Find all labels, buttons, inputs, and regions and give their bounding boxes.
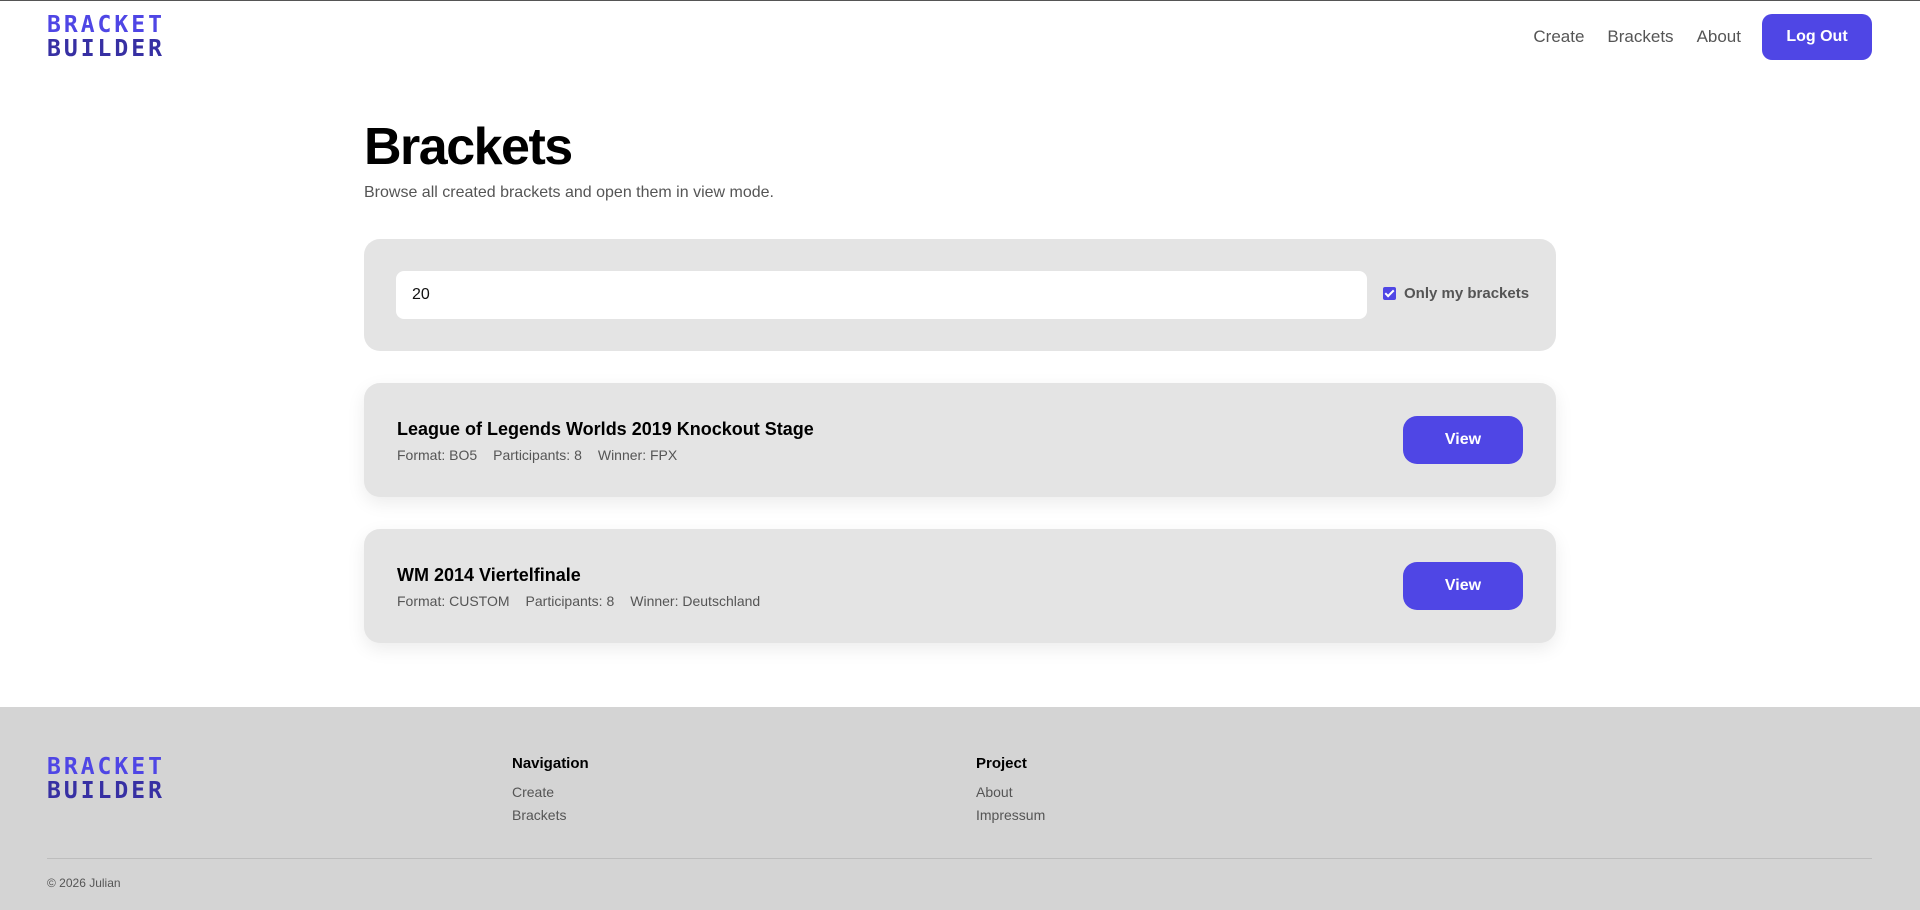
brand-logo[interactable]: BRACKET BUILDER bbox=[47, 13, 165, 61]
site-header: BRACKET BUILDER Create Brackets About Lo… bbox=[0, 1, 1920, 73]
bracket-participants: Participants: 8 bbox=[493, 447, 582, 463]
bracket-winner: Winner: FPX bbox=[597, 447, 678, 463]
footer-create-link[interactable]: Create bbox=[512, 784, 589, 800]
bracket-format: Format: CUSTOM bbox=[397, 593, 510, 609]
footer-impressum-link[interactable]: Impressum bbox=[976, 807, 1045, 823]
bracket-meta: Format: BO5 Participants: 8 Winner: FPX bbox=[397, 447, 693, 463]
bracket-card: League of Legends Worlds 2019 Knockout S… bbox=[364, 383, 1556, 497]
bracket-title: League of Legends Worlds 2019 Knockout S… bbox=[397, 419, 814, 439]
footer-navigation-heading: Navigation bbox=[512, 755, 589, 772]
bracket-meta: Format: CUSTOM Participants: 8 Winner: D… bbox=[397, 593, 776, 609]
view-button[interactable]: View bbox=[1403, 416, 1523, 464]
bracket-card: WM 2014 Viertelfinale Format: CUSTOM Par… bbox=[364, 529, 1556, 643]
only-my-brackets-label: Only my brackets bbox=[1404, 285, 1530, 302]
view-button[interactable]: View bbox=[1403, 562, 1523, 610]
logo-line-1: BRACKET bbox=[47, 12, 165, 38]
main-nav: Create Brackets About Log Out bbox=[1533, 14, 1872, 60]
footer-brackets-link[interactable]: Brackets bbox=[512, 807, 589, 823]
copyright-text: © 2026 Julian bbox=[47, 876, 121, 890]
nav-brackets-link[interactable]: Brackets bbox=[1607, 15, 1673, 59]
footer-project-column: Project About Impressum bbox=[976, 755, 1045, 830]
page-title: Brackets bbox=[364, 118, 573, 176]
bracket-participants: Participants: 8 bbox=[525, 593, 615, 609]
page-subtitle: Browse all created brackets and open the… bbox=[364, 184, 774, 201]
footer-logo[interactable]: BRACKET BUILDER bbox=[47, 755, 165, 803]
filter-panel: Only my brackets bbox=[364, 239, 1556, 351]
logout-button[interactable]: Log Out bbox=[1762, 14, 1872, 60]
footer-navigation-column: Navigation Create Brackets bbox=[512, 755, 589, 830]
nav-about-link[interactable]: About bbox=[1697, 15, 1741, 59]
site-footer: BRACKET BUILDER Navigation Create Bracke… bbox=[0, 707, 1920, 910]
footer-logo-line-2: BUILDER bbox=[47, 778, 165, 804]
nav-create-link[interactable]: Create bbox=[1533, 15, 1584, 59]
bracket-winner: Winner: Deutschland bbox=[630, 593, 761, 609]
bracket-title: WM 2014 Viertelfinale bbox=[397, 565, 581, 585]
logo-line-2: BUILDER bbox=[47, 36, 165, 62]
footer-logo-line-1: BRACKET bbox=[47, 754, 165, 780]
search-input[interactable] bbox=[396, 271, 1367, 319]
only-my-brackets-checkbox[interactable] bbox=[1383, 287, 1396, 300]
footer-project-heading: Project bbox=[976, 755, 1027, 772]
only-my-brackets-toggle[interactable]: Only my brackets bbox=[1383, 285, 1529, 302]
footer-about-link[interactable]: About bbox=[976, 784, 1045, 800]
bracket-format: Format: BO5 bbox=[397, 447, 478, 463]
footer-divider bbox=[47, 858, 1872, 859]
